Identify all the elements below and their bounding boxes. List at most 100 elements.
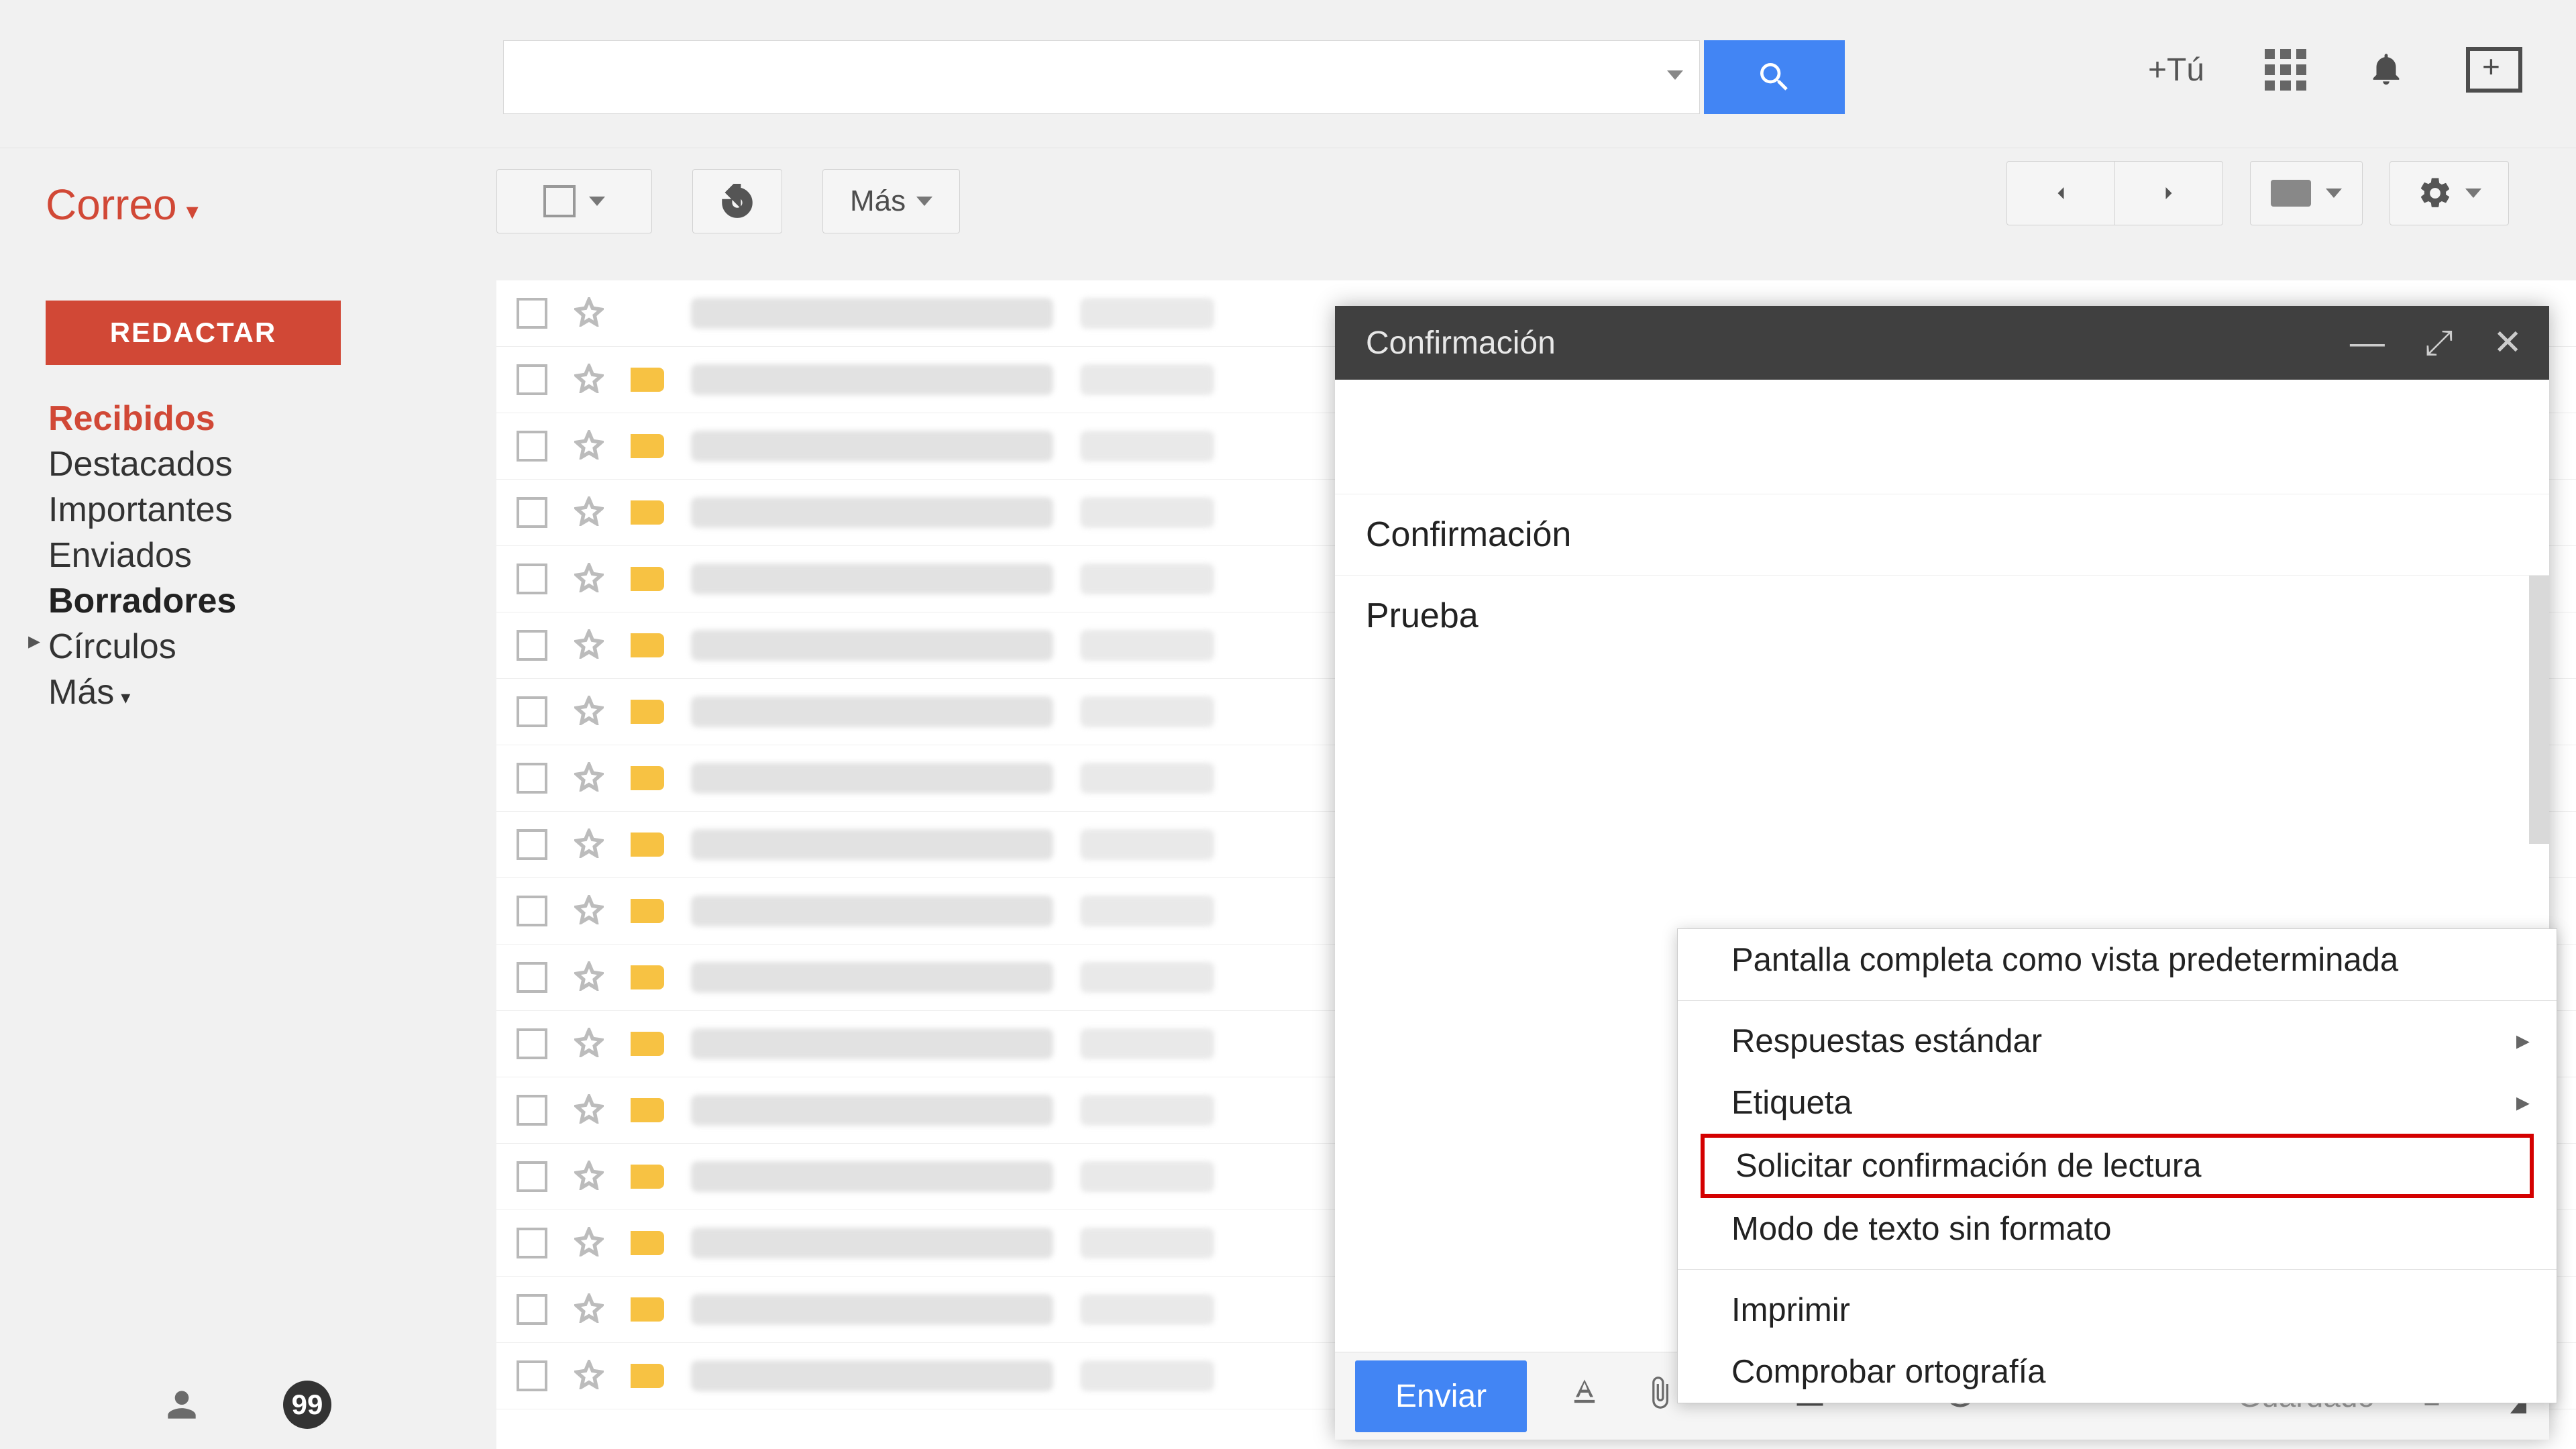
compose-subject-field[interactable]: Confirmación [1335,494,2549,576]
nav-drafts[interactable]: Borradores [48,578,236,624]
important-tag-icon[interactable] [631,434,664,458]
close-icon[interactable]: ✕ [2493,323,2522,363]
star-icon[interactable] [574,1227,604,1260]
search-container [503,40,1845,114]
row-checkbox[interactable] [517,1095,547,1126]
row-checkbox[interactable] [517,896,547,926]
menu-spellcheck[interactable]: Comprobar ortografía [1678,1341,2557,1403]
mail-product-switcher[interactable]: Correo▾ [46,180,199,229]
important-tag-icon[interactable] [631,1364,664,1388]
apps-grid-icon[interactable] [2265,49,2306,91]
star-icon[interactable] [574,828,604,861]
share-screen-icon[interactable] [2466,47,2522,93]
hangouts-icon[interactable]: 99 [283,1381,331,1429]
important-tag-icon[interactable] [631,700,664,724]
star-icon[interactable] [574,1094,604,1127]
important-tag-icon[interactable] [631,899,664,923]
format-icon[interactable] [1567,1375,1602,1417]
menu-print[interactable]: Imprimir [1678,1279,2557,1341]
chevron-down-icon: ▾ [121,687,130,708]
star-icon[interactable] [574,364,604,396]
nav-sent[interactable]: Enviados [48,533,236,578]
star-icon[interactable] [574,961,604,994]
row-checkbox[interactable] [517,1294,547,1325]
row-checkbox[interactable] [517,1161,547,1192]
star-icon[interactable] [574,696,604,729]
compose-scrollbar[interactable] [2529,576,2549,844]
star-icon[interactable] [574,629,604,662]
row-checkbox[interactable] [517,696,547,727]
search-button[interactable] [1704,40,1845,114]
nav-more[interactable]: Más ▾ [48,669,236,715]
input-tools-button[interactable] [2250,161,2363,225]
row-checkbox[interactable] [517,962,547,993]
minimize-icon[interactable]: — [2350,323,2385,363]
person-icon[interactable] [161,1384,203,1426]
star-icon[interactable] [574,1161,604,1193]
important-tag-icon[interactable] [631,301,664,325]
row-checkbox[interactable] [517,1360,547,1391]
star-icon[interactable] [574,1028,604,1061]
row-checkbox[interactable] [517,763,547,794]
menu-fullscreen-default[interactable]: Pantalla completa como vista predetermin… [1678,929,2557,991]
important-tag-icon[interactable] [631,1297,664,1322]
star-icon[interactable] [574,1360,604,1393]
important-tag-icon[interactable] [631,1032,664,1056]
important-tag-icon[interactable] [631,766,664,790]
important-tag-icon[interactable] [631,633,664,657]
row-checkbox[interactable] [517,1028,547,1059]
row-checkbox[interactable] [517,564,547,594]
star-icon[interactable] [574,430,604,463]
prev-page-button[interactable] [2006,161,2115,225]
important-tag-icon[interactable] [631,965,664,989]
row-checkbox[interactable] [517,1228,547,1258]
important-tag-icon[interactable] [631,368,664,392]
nav-important[interactable]: Importantes [48,487,236,533]
menu-label[interactable]: Etiqueta [1678,1072,2557,1134]
row-checkbox[interactable] [517,630,547,661]
important-tag-icon[interactable] [631,1098,664,1122]
more-button[interactable]: Más [822,169,960,233]
star-icon[interactable] [574,895,604,928]
nav-circles[interactable]: Círculos [48,624,236,669]
search-dropdown-icon[interactable] [1667,70,1683,80]
star-icon[interactable] [574,297,604,330]
nav-starred[interactable]: Destacados [48,441,236,487]
refresh-button[interactable] [692,169,782,233]
search-input[interactable] [503,40,1700,114]
settings-button[interactable] [2390,161,2509,225]
compose-to-field[interactable] [1335,380,2549,494]
star-icon[interactable] [574,1293,604,1326]
next-page-button[interactable] [2115,161,2223,225]
google-plus-link[interactable]: +Tú [2148,52,2204,89]
notifications-icon[interactable] [2367,49,2406,91]
row-checkbox[interactable] [517,431,547,462]
menu-request-read-receipt[interactable]: Solicitar confirmación de lectura [1701,1134,2534,1198]
row-checkbox[interactable] [517,829,547,860]
row-checkbox[interactable] [517,497,547,528]
send-button[interactable]: Enviar [1355,1360,1527,1432]
keyboard-icon [2271,180,2311,207]
nav-inbox[interactable]: Recibidos [48,396,236,441]
star-icon[interactable] [574,563,604,596]
row-checkbox[interactable] [517,364,547,395]
expand-icon[interactable]: ⤢ [2425,323,2453,364]
important-tag-icon[interactable] [631,1231,664,1255]
menu-separator [1678,1269,2557,1270]
row-checkbox[interactable] [517,298,547,329]
mail-title: Correo [46,180,177,229]
compose-button[interactable]: REDACTAR [46,301,341,365]
checkbox-icon [543,185,576,217]
compose-titlebar[interactable]: Confirmación — ⤢ ✕ [1335,306,2549,380]
star-icon[interactable] [574,496,604,529]
important-tag-icon[interactable] [631,567,664,591]
important-tag-icon[interactable] [631,833,664,857]
star-icon[interactable] [574,762,604,795]
nav-more-label: Más [48,673,114,712]
important-tag-icon[interactable] [631,500,664,525]
important-tag-icon[interactable] [631,1165,664,1189]
menu-plain-text[interactable]: Modo de texto sin formato [1678,1198,2557,1260]
select-all-button[interactable] [496,169,652,233]
menu-canned-responses[interactable]: Respuestas estándar [1678,1010,2557,1072]
attach-icon[interactable] [1642,1375,1677,1417]
